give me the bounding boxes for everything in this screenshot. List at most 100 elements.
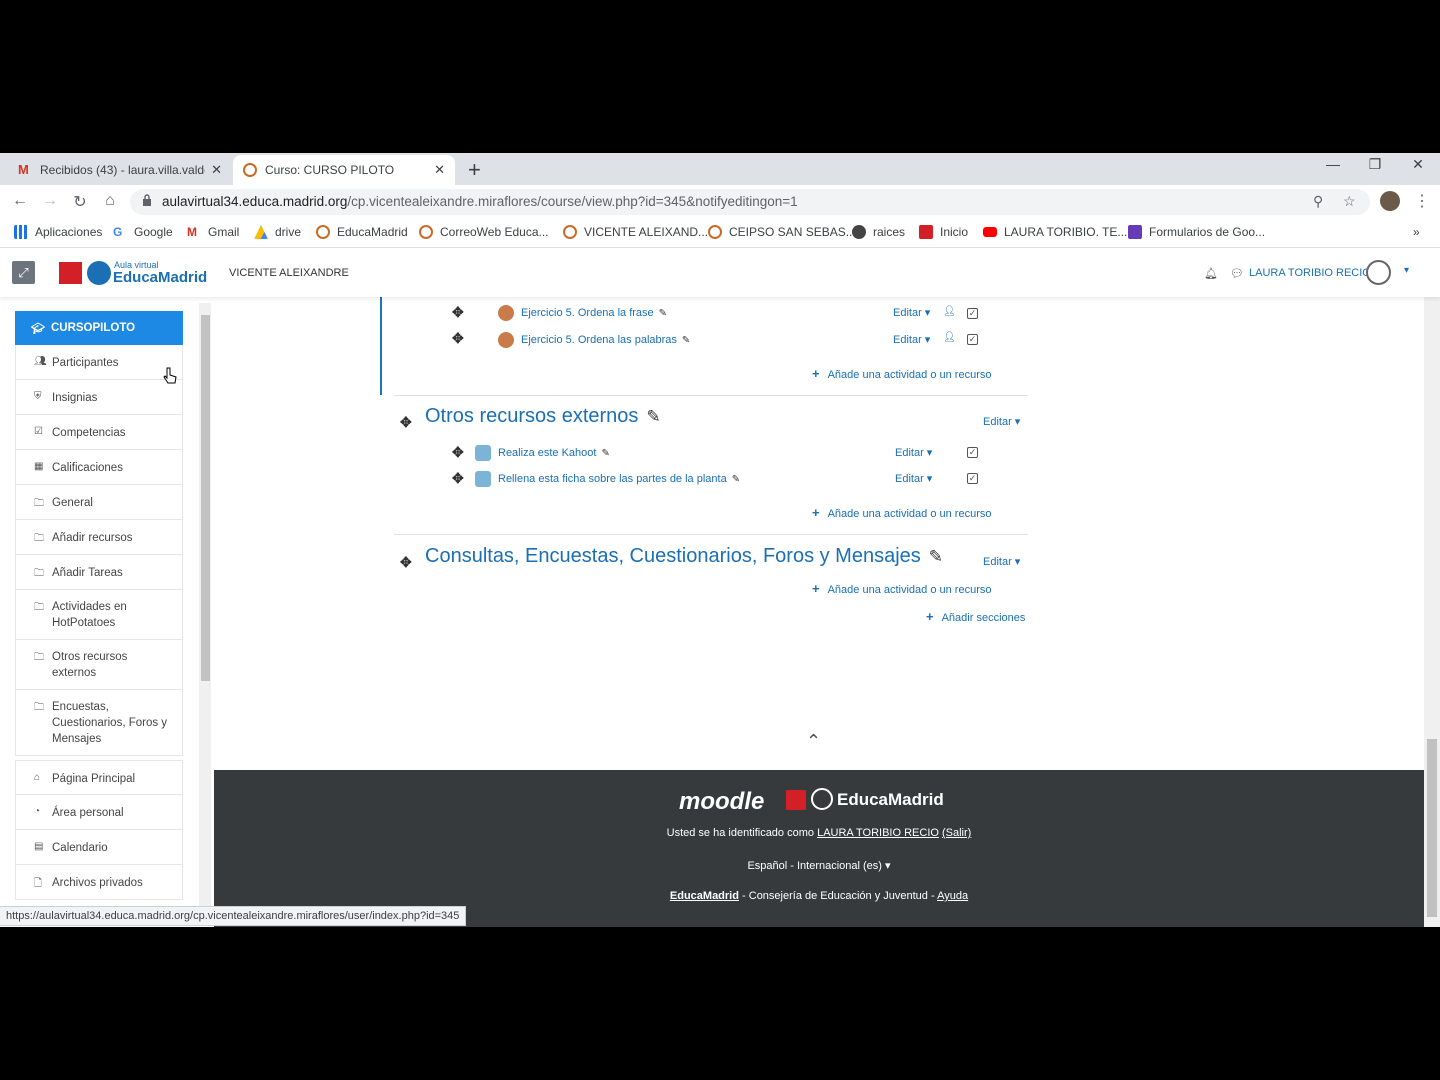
move-icon[interactable]: ✥	[400, 414, 412, 431]
sidebar-item-archivos-privados[interactable]: 🗋 Archivos privados	[15, 865, 183, 900]
person-icon[interactable]: 👤︎	[943, 306, 956, 317]
edit-menu[interactable]: Editar ▾	[895, 446, 932, 459]
educamadrid-logo-icon[interactable]	[811, 788, 833, 810]
bookmark-ceipso[interactable]: CEIPSO SAN SEBAS...	[708, 225, 856, 239]
bookmark-gmail[interactable]: M Gmail	[187, 225, 239, 239]
new-tab-button[interactable]: +	[468, 157, 481, 183]
pencil-icon[interactable]: ✎	[929, 547, 943, 566]
activity-link[interactable]: Realiza este Kahoot ✎	[475, 445, 610, 461]
edit-menu[interactable]: Editar ▾	[983, 415, 1020, 428]
edit-menu[interactable]: Editar ▾	[895, 472, 932, 485]
profile-link[interactable]: LAURA TORIBIO RECIO	[817, 827, 939, 839]
edit-menu[interactable]: Editar ▾	[983, 555, 1020, 568]
reload-button[interactable]: ↻	[70, 192, 90, 212]
bookmark-educamadrid[interactable]: EducaMadrid	[316, 225, 408, 239]
pencil-icon[interactable]: ✎	[646, 407, 660, 426]
person-icon[interactable]: 👤︎	[943, 332, 956, 343]
expand-drawer-icon[interactable]: ⤢	[12, 261, 35, 284]
completion-checkbox[interactable]: ✓	[967, 308, 978, 319]
sidebar-item-area-personal[interactable]: ◔ Área personal	[15, 795, 183, 830]
sidebar-item-otros-recursos[interactable]: 🗀 Otros recursos externos	[15, 640, 183, 690]
bookmark-vicente[interactable]: VICENTE ALEIXAND...	[563, 225, 708, 239]
bookmark-google[interactable]: G Google	[113, 225, 173, 239]
educamadrid-logo-text[interactable]: EducaMadrid	[837, 790, 944, 810]
edit-menu[interactable]: Editar ▾	[893, 333, 930, 346]
help-link[interactable]: Ayuda	[937, 890, 968, 902]
bell-icon[interactable]: 🔔︎	[1204, 267, 1218, 280]
section-title[interactable]: Otros recursos externos ✎	[425, 405, 661, 428]
zoom-icon[interactable]: ⚲	[1313, 193, 1323, 210]
tab-gmail[interactable]: M Recibidos (43) - laura.villa.valderr ✕	[8, 155, 232, 185]
logo-title[interactable]: EducaMadrid	[113, 269, 207, 286]
language-selector[interactable]: Español - Internacional (es) ▾	[214, 859, 1424, 872]
completion-checkbox[interactable]: ✓	[967, 473, 978, 484]
activity-link[interactable]: Rellena esta ficha sobre las partes de l…	[475, 471, 740, 487]
sidebar-item-hotpotatoes[interactable]: 🗀 Actividades en HotPotatoes	[15, 590, 183, 640]
moodle-logo[interactable]: moodle	[679, 788, 764, 816]
move-icon[interactable]: ✥	[452, 304, 464, 321]
star-icon[interactable]: ☆	[1343, 193, 1356, 210]
bookmarks-overflow-button[interactable]: »	[1413, 225, 1420, 239]
educamadrid-logo-icon[interactable]	[87, 261, 111, 285]
sidebar-item-calificaciones[interactable]: ▦ Calificaciones	[15, 450, 183, 485]
move-icon[interactable]: ✥	[452, 444, 464, 461]
pencil-icon[interactable]: ✎	[682, 335, 690, 346]
section-title[interactable]: Consultas, Encuestas, Cuestionarios, For…	[425, 545, 943, 568]
address-bar[interactable]: aulavirtual34.educa.madrid.org/cp.vicent…	[130, 189, 1370, 215]
close-tab-icon[interactable]: ✕	[211, 162, 222, 178]
page-scrollbar[interactable]	[1424, 297, 1440, 927]
profile-avatar[interactable]	[1380, 191, 1400, 211]
drawer-scrollbar[interactable]	[199, 303, 211, 923]
bookmark-drive[interactable]: drive	[254, 225, 301, 239]
user-name[interactable]: LAURA TORIBIO RECIO	[1249, 267, 1371, 279]
chevron-down-icon[interactable]: ▾	[1404, 265, 1409, 276]
pencil-icon[interactable]: ✎	[732, 474, 740, 485]
bookmark-inicio[interactable]: Inicio	[919, 225, 968, 239]
restore-button[interactable]: ❐	[1364, 156, 1386, 173]
add-activity-link[interactable]: + Añade una actividad o un recurso	[812, 505, 991, 520]
sidebar-item-insignias[interactable]: ⛨ Insignias	[15, 380, 183, 415]
sidebar-item-pagina-principal[interactable]: ⌂ Página Principal	[15, 760, 183, 795]
scrollbar-thumb[interactable]	[201, 315, 210, 681]
pencil-icon[interactable]: ✎	[659, 308, 667, 319]
activity-link[interactable]: Ejercicio 5. Ordena las palabras ✎	[498, 332, 690, 348]
move-icon[interactable]: ✥	[452, 330, 464, 347]
back-button[interactable]: ←	[10, 192, 30, 210]
sidebar-item-anadir-recursos[interactable]: 🗀 Añadir recursos	[15, 520, 183, 555]
forward-button[interactable]: →	[40, 192, 60, 210]
scrollbar-thumb[interactable]	[1427, 739, 1437, 917]
activity-link[interactable]: Ejercicio 5. Ordena la frase ✎	[498, 305, 667, 321]
sidebar-item-anadir-tareas[interactable]: 🗀 Añadir Tareas	[15, 555, 183, 590]
chevron-up-icon[interactable]: ⌃	[806, 731, 821, 752]
madrid-logo[interactable]	[786, 790, 806, 810]
add-activity-link[interactable]: + Añade una actividad o un recurso	[812, 366, 991, 381]
minimize-button[interactable]: —	[1322, 156, 1344, 172]
pencil-icon[interactable]: ✎	[601, 448, 609, 459]
madrid-logo[interactable]	[59, 262, 82, 284]
bookmark-youtube[interactable]: LAURA TORIBIO. TE...	[983, 225, 1127, 239]
home-button[interactable]: ⌂	[100, 192, 120, 210]
edit-menu[interactable]: Editar ▾	[893, 306, 930, 319]
chat-icon[interactable]: 💬︎	[1230, 267, 1244, 280]
add-sections-link[interactable]: + Añadir secciones	[926, 609, 1025, 624]
bookmark-aplicaciones[interactable]: Aplicaciones	[14, 225, 102, 239]
tab-course[interactable]: Curso: CURSO PILOTO ✕	[233, 155, 455, 185]
sidebar-item-course[interactable]: 🎓︎ CURSOPILOTO	[15, 311, 183, 345]
logout-link[interactable]: (Salir)	[942, 827, 971, 839]
add-activity-link[interactable]: + Añade una actividad o un recurso	[812, 581, 991, 596]
sidebar-item-encuestas[interactable]: 🗀 Encuestas, Cuestionarios, Foros y Mensa…	[15, 690, 183, 756]
sidebar-item-general[interactable]: 🗀 General	[15, 485, 183, 520]
move-icon[interactable]: ✥	[452, 470, 464, 487]
user-avatar[interactable]	[1366, 260, 1391, 285]
bookmark-raices[interactable]: raices	[852, 225, 905, 239]
educamadrid-link[interactable]: EducaMadrid	[670, 890, 739, 902]
bookmark-correoweb[interactable]: CorreoWeb Educa...	[419, 225, 549, 239]
browser-menu-icon[interactable]: ⋮	[1414, 191, 1430, 211]
bookmark-forms[interactable]: Formularios de Goo...	[1128, 225, 1265, 239]
sidebar-item-participantes[interactable]: 👥︎ Participantes	[15, 345, 183, 380]
completion-checkbox[interactable]: ✓	[967, 334, 978, 345]
completion-checkbox[interactable]: ✓	[967, 447, 978, 458]
site-name[interactable]: VICENTE ALEIXANDRE	[229, 267, 349, 279]
move-icon[interactable]: ✥	[400, 554, 412, 571]
sidebar-item-competencias[interactable]: ☑ Competencias	[15, 415, 183, 450]
